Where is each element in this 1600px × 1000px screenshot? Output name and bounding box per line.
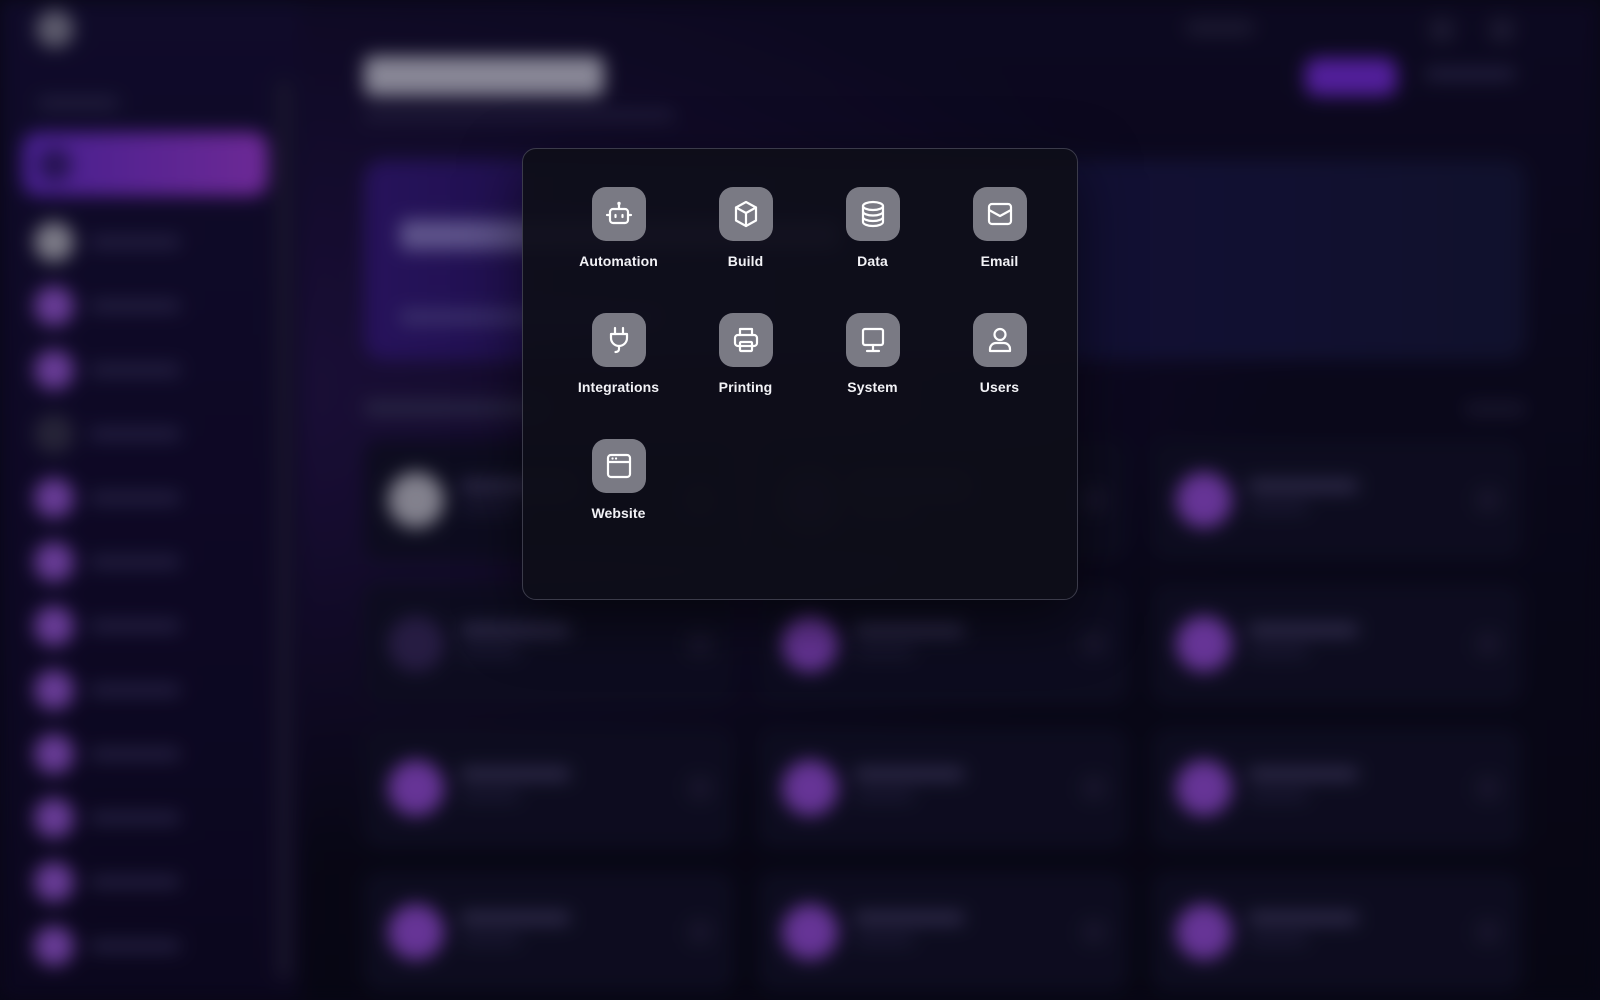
user-icon <box>972 313 1027 367</box>
envelope-icon <box>972 187 1027 241</box>
app-tile-users[interactable]: Users <box>936 313 1063 439</box>
cube-icon <box>718 187 773 241</box>
database-icon <box>845 187 900 241</box>
browser-window-icon <box>591 439 646 493</box>
app-label: Printing <box>718 379 773 395</box>
app-label: Automation <box>579 253 658 269</box>
app-switcher-panel: Automation Build Data Email Integrations… <box>522 148 1078 600</box>
app-label: Email <box>980 253 1019 269</box>
app-label: Data <box>857 253 888 269</box>
app-tile-build[interactable]: Build <box>682 187 809 313</box>
app-tile-system[interactable]: System <box>809 313 936 439</box>
app-tile-printing[interactable]: Printing <box>682 313 809 439</box>
monitor-icon <box>845 313 900 367</box>
app-tile-data[interactable]: Data <box>809 187 936 313</box>
app-tile-automation[interactable]: Automation <box>555 187 682 313</box>
app-label: Build <box>727 253 764 269</box>
plug-icon <box>591 313 646 367</box>
app-label: System <box>847 379 898 395</box>
app-grid: Automation Build Data Email Integrations… <box>555 187 1063 565</box>
robot-icon <box>591 187 646 241</box>
app-label: Integrations <box>577 379 660 395</box>
app-tile-integrations[interactable]: Integrations <box>555 313 682 439</box>
app-tile-email[interactable]: Email <box>936 187 1063 313</box>
app-tile-website[interactable]: Website <box>555 439 682 565</box>
app-label: Website <box>591 505 646 521</box>
printer-icon <box>718 313 773 367</box>
app-label: Users <box>979 379 1020 395</box>
